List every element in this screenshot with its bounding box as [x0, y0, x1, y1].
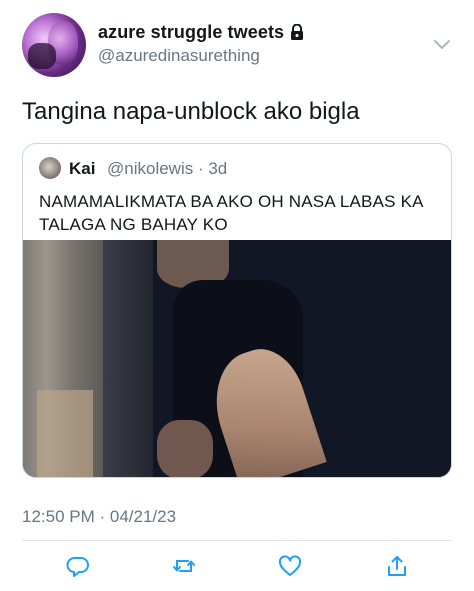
avatar[interactable]: [22, 13, 86, 77]
avatar-hand: [28, 43, 56, 69]
quoted-display-name: Kai: [69, 159, 96, 178]
like-icon: [278, 555, 302, 576]
quoted-tweet[interactable]: Kai @nikolewis · 3d NAMAMALIKMATA BA AKO…: [22, 143, 452, 478]
quoted-photo[interactable]: [23, 240, 451, 477]
quoted-tweet-text: NAMAMALIKMATA BA AKO OH NASA LABAS KA TA…: [39, 192, 423, 234]
quoted-handle-time: @nikolewis · 3d: [107, 159, 228, 178]
chevron-down-icon[interactable]: [432, 38, 452, 52]
quoted-avatar: [39, 157, 61, 179]
retweet-button[interactable]: [171, 553, 197, 579]
reply-icon: [66, 557, 89, 577]
display-name[interactable]: azure struggle tweets: [98, 22, 284, 43]
like-button[interactable]: [277, 553, 303, 579]
photo-wall-light: [37, 390, 93, 477]
tweet-text: Tangina napa-unblock ako bigla: [22, 98, 360, 125]
timestamp[interactable]: 12:50 PM · 04/21/23: [22, 507, 176, 527]
reply-button[interactable]: [65, 553, 91, 579]
share-icon: [388, 556, 406, 576]
photo-hand: [157, 420, 213, 477]
photo-door-frame: [103, 240, 153, 477]
retweet-icon: [173, 560, 195, 572]
handle[interactable]: @azuredinasurething: [98, 46, 260, 66]
share-button[interactable]: [384, 553, 410, 579]
lock-icon: [291, 24, 303, 40]
divider: [22, 540, 452, 541]
